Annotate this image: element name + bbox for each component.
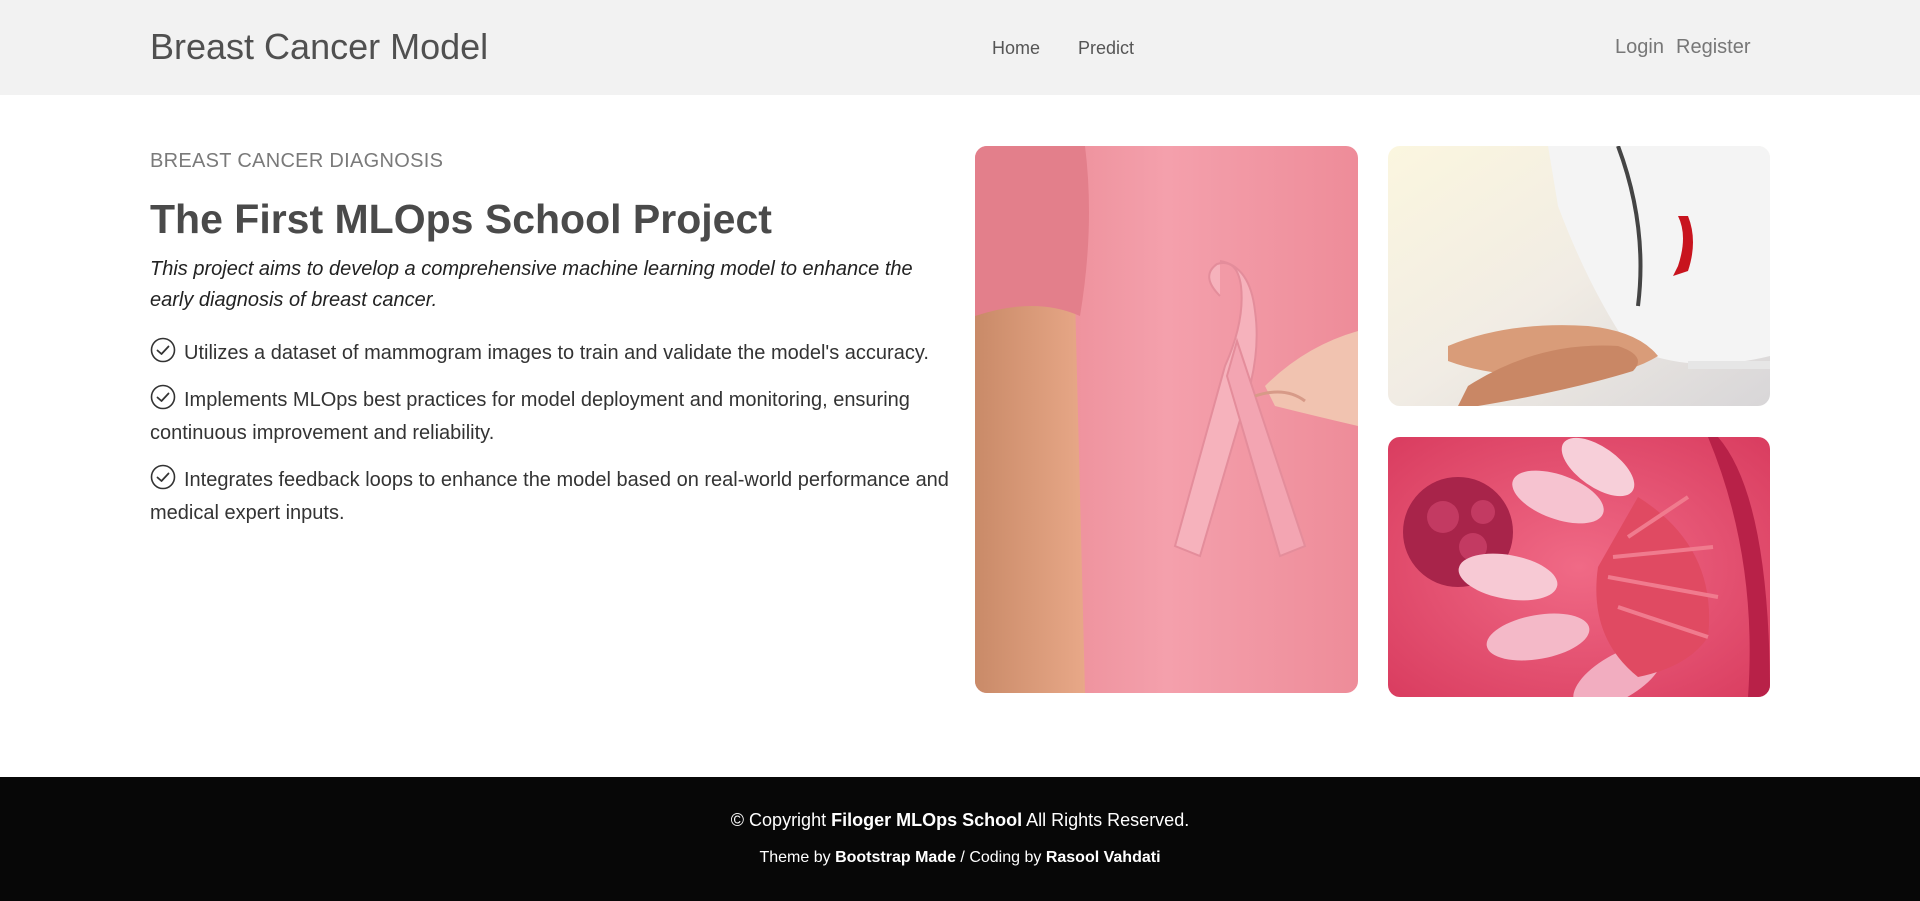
coding-prefix: / Coding by bbox=[960, 849, 1042, 866]
doctor-hands-image bbox=[1388, 146, 1770, 406]
lead-paragraph: This project aims to develop a comprehen… bbox=[150, 258, 913, 311]
feature-item: Utilizes a dataset of mammogram images t… bbox=[150, 337, 950, 370]
site-footer: © Copyright Filoger MLOps School All Rig… bbox=[0, 777, 1920, 901]
page-title: The First MLOps School Project bbox=[150, 196, 772, 242]
feature-text: Integrates feedback loops to enhance the… bbox=[150, 469, 949, 524]
brand-logo-link[interactable]: Breast Cancer Model bbox=[150, 26, 488, 68]
login-link[interactable]: Login bbox=[1615, 36, 1664, 59]
feature-item: Integrates feedback loops to enhance the… bbox=[150, 464, 950, 530]
feature-item: Implements MLOps best practices for mode… bbox=[150, 384, 950, 450]
feature-text: Utilizes a dataset of mammogram images t… bbox=[184, 342, 929, 364]
nav-home-link[interactable]: Home bbox=[992, 38, 1040, 59]
coder-link[interactable]: Rasool Vahdati bbox=[1046, 849, 1161, 866]
rights-text: All Rights Reserved. bbox=[1026, 810, 1190, 830]
check-circle-icon bbox=[150, 337, 176, 363]
check-circle-icon bbox=[150, 464, 176, 490]
organization-name: Filoger MLOps School bbox=[831, 810, 1023, 830]
credit-line: Theme by Bootstrap Made / Coding by Raso… bbox=[0, 849, 1920, 867]
copyright-prefix: © Copyright bbox=[730, 810, 827, 830]
feature-text: Implements MLOps best practices for mode… bbox=[150, 389, 910, 444]
nav-predict-link[interactable]: Predict bbox=[1078, 38, 1134, 59]
theme-link[interactable]: Bootstrap Made bbox=[835, 849, 956, 866]
pink-ribbon-image bbox=[975, 146, 1358, 693]
check-circle-icon bbox=[150, 384, 176, 410]
section-eyebrow: BREAST CANCER DIAGNOSIS bbox=[150, 150, 444, 172]
feature-list: Utilizes a dataset of mammogram images t… bbox=[150, 337, 950, 544]
tissue-illustration-image bbox=[1388, 437, 1770, 697]
copyright-line: © Copyright Filoger MLOps School All Rig… bbox=[0, 810, 1920, 831]
site-header: Breast Cancer Model Home Predict Login R… bbox=[0, 0, 1920, 95]
register-link[interactable]: Register bbox=[1676, 36, 1750, 59]
theme-prefix: Theme by bbox=[759, 849, 831, 866]
